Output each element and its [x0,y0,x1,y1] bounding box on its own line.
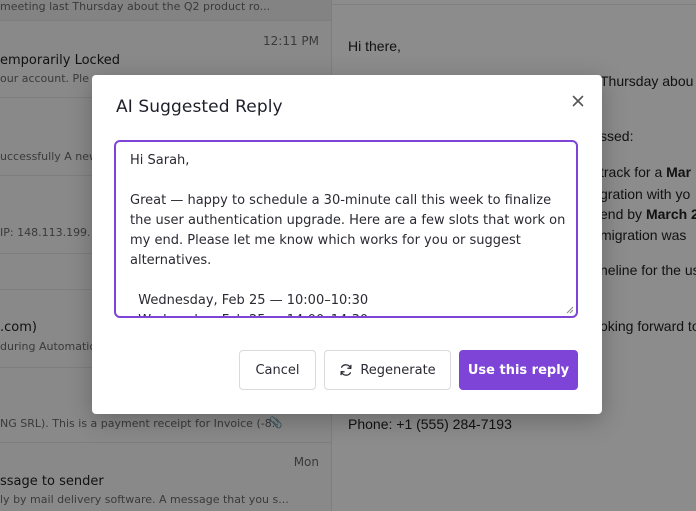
regenerate-button[interactable]: Regenerate [324,350,451,390]
resize-handle-icon[interactable] [566,306,574,314]
reply-text[interactable]: Hi Sarah, Great — happy to schedule a 30… [130,151,570,316]
use-reply-button[interactable]: Use this reply [459,350,578,390]
cancel-button[interactable]: Cancel [239,350,316,390]
reply-textarea[interactable]: Hi Sarah, Great — happy to schedule a 30… [114,140,578,318]
dialog-title: AI Suggested Reply [116,97,283,117]
regenerate-label: Regenerate [360,362,436,378]
refresh-icon [340,364,352,376]
ai-reply-dialog: AI Suggested Reply Hi Sarah, Great — hap… [92,75,602,414]
close-button[interactable] [568,91,588,111]
close-icon [572,95,584,107]
